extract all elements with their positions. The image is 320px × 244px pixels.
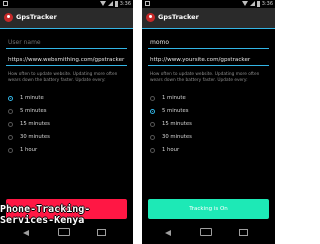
app-title: GpsTracker <box>16 13 57 21</box>
notification-icon <box>3 1 8 6</box>
action-bar: GpsTracker <box>142 8 275 29</box>
wifi-icon <box>100 1 106 6</box>
home-icon[interactable] <box>200 228 212 236</box>
action-bar: GpsTracker <box>0 8 133 29</box>
radio-button[interactable] <box>150 148 155 153</box>
radio-button[interactable] <box>8 109 13 114</box>
radio-button[interactable] <box>150 109 155 114</box>
interval-option-1-hour[interactable]: 1 hour <box>8 145 118 157</box>
interval-description: How often to update website. Updating mo… <box>8 72 118 83</box>
interval-description: How often to update website. Updating mo… <box>150 72 260 83</box>
signal-icon <box>250 1 255 6</box>
interval-option-label: 30 minutes <box>162 134 192 140</box>
interval-option-label: 15 minutes <box>162 121 192 127</box>
back-icon[interactable] <box>23 230 29 236</box>
battery-icon <box>257 1 260 7</box>
radio-button[interactable] <box>150 135 155 140</box>
recent-apps-icon[interactable] <box>239 229 248 236</box>
interval-option-15-minutes[interactable]: 15 minutes <box>8 119 118 131</box>
interval-option-label: 1 minute <box>20 95 44 101</box>
app-logo-icon <box>146 13 155 22</box>
interval-option-label: 30 minutes <box>20 134 50 140</box>
radio-button[interactable] <box>8 96 13 101</box>
interval-option-label: 1 minute <box>162 95 186 101</box>
interval-option-label: 15 minutes <box>20 121 50 127</box>
wifi-icon <box>242 1 248 6</box>
interval-option-5-minutes[interactable]: 5 minutes <box>150 106 260 118</box>
interval-option-label: 5 minutes <box>162 108 189 114</box>
navigation-bar <box>142 223 275 244</box>
username-input[interactable]: momo <box>148 37 269 49</box>
back-icon[interactable] <box>165 230 171 236</box>
interval-option-30-minutes[interactable]: 30 minutes <box>8 132 118 144</box>
interval-option-1-minute[interactable]: 1 minute <box>150 93 260 105</box>
notification-icon <box>145 1 150 6</box>
radio-button[interactable] <box>150 96 155 101</box>
app-title: GpsTracker <box>158 13 199 21</box>
interval-option-15-minutes[interactable]: 15 minutes <box>150 119 260 131</box>
recent-apps-icon[interactable] <box>97 229 106 236</box>
interval-option-label: 5 minutes <box>20 108 47 114</box>
status-time: 3:36 <box>261 1 273 7</box>
navigation-bar <box>0 223 133 244</box>
interval-option-30-minutes[interactable]: 30 minutes <box>150 132 260 144</box>
status-time: 3:36 <box>119 1 131 7</box>
interval-option-label: 1 hour <box>162 147 180 153</box>
interval-option-1-hour[interactable]: 1 hour <box>150 145 260 157</box>
interval-option-5-minutes[interactable]: 5 minutes <box>8 106 118 118</box>
url-input[interactable]: https://www.websmithing.com/gpstracker <box>6 54 127 66</box>
home-icon[interactable] <box>58 228 70 236</box>
radio-button[interactable] <box>8 135 13 140</box>
url-input[interactable]: http://www.yoursite.com/gpstracker <box>148 54 269 66</box>
interval-option-1-minute[interactable]: 1 minute <box>8 93 118 105</box>
battery-icon <box>115 1 118 7</box>
right-phone-screen: 3:36 GpsTracker momo http://www.yoursite… <box>142 0 275 244</box>
signal-icon <box>108 1 113 6</box>
radio-button[interactable] <box>8 122 13 127</box>
radio-button[interactable] <box>150 122 155 127</box>
interval-option-label: 1 hour <box>20 147 38 153</box>
watermark-text: Phone-Tracking-Services-Kenya <box>0 204 91 226</box>
status-bar: 3:36 <box>0 0 133 8</box>
username-input[interactable]: User name <box>6 37 127 49</box>
status-bar: 3:36 <box>142 0 275 8</box>
tracking-toggle-button[interactable]: Tracking is On <box>148 199 269 219</box>
app-logo-icon <box>4 13 13 22</box>
radio-button[interactable] <box>8 148 13 153</box>
